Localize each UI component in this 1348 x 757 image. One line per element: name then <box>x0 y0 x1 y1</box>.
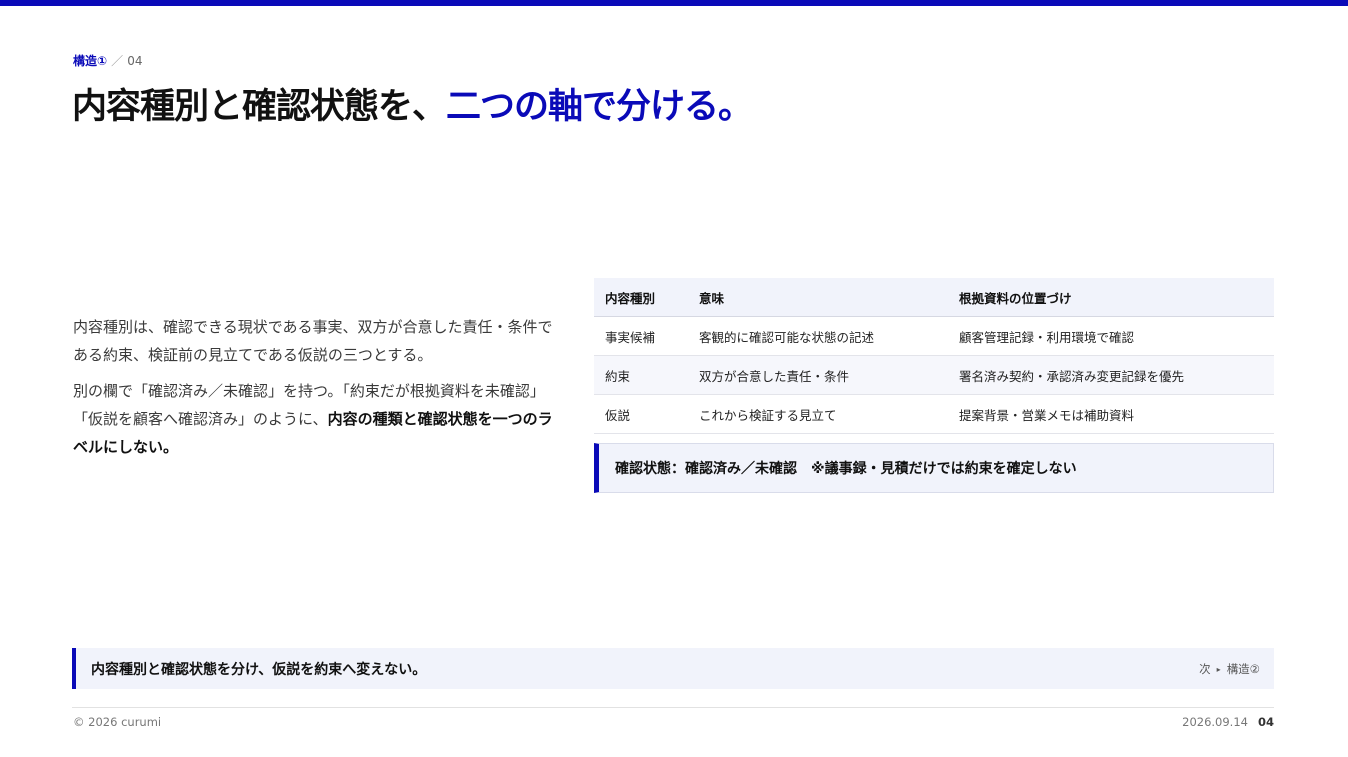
footer-copyright: © 2026 curumi <box>73 715 162 729</box>
top-accent-bar <box>0 0 1348 6</box>
table-cell: 約束 <box>594 355 688 395</box>
table-row: 事実候補 客観的に確認可能な状態の記述 顧客管理記録・利用環境で確認 <box>594 316 1274 356</box>
table: 内容種別 意味 根拠資料の位置づけ 事実候補 客観的に確認可能な状態の記述 顧客… <box>594 278 1274 434</box>
table-cell: 仮説 <box>594 394 688 434</box>
footer-page-number: 04 <box>1257 715 1274 729</box>
table-cell: 顧客管理記録・利用環境で確認 <box>948 316 1274 356</box>
table-header-cell: 根拠資料の位置づけ <box>948 278 1274 317</box>
body-paragraph-1: 内容種別は、確認できる現状である事実、双方が合意した責任・条件である約束、検証前… <box>73 318 553 364</box>
next-section-link[interactable]: 次 ▸ 構造② <box>1199 661 1260 677</box>
slide: 構造① ／ 04 内容種別と確認状態を、二つの軸で分ける。 内容種別は、確認できる現… <box>0 0 1348 757</box>
footer-meta: 2026.09.14 04 <box>1182 714 1274 730</box>
table-cell: 客観的に確認可能な状態の記述 <box>688 316 948 356</box>
table-row: 仮説 これから検証する見立て 提案背景・営業メモは補助資料 <box>594 394 1274 434</box>
eyebrow: 構造① ／ 04 <box>73 52 142 70</box>
table-header-cell: 内容種別 <box>594 278 688 317</box>
eyebrow-number: 04 <box>127 54 143 68</box>
summary-box: 内容種別と確認状態を分け、仮説を約束へ変えない。 次 ▸ 構造② <box>72 648 1274 689</box>
table-cell: 事実候補 <box>594 316 688 356</box>
eyebrow-section: 構造① <box>73 54 108 68</box>
body-paragraph-2: 別の欄で「確認済み／未確認」を持つ。「約束だが根拠資料を未確認」「仮説を顧客へ確… <box>73 377 563 461</box>
table-cell: 提案背景・営業メモは補助資料 <box>948 394 1274 434</box>
table-header-row: 内容種別 意味 根拠資料の位置づけ <box>594 278 1274 317</box>
title-accent: 二つの軸で分ける。 <box>446 87 753 127</box>
next-arrow-icon: ▸ <box>1216 664 1221 674</box>
title-main: 内容種別と確認状態を、 <box>72 87 447 127</box>
next-label: 次 <box>1199 661 1211 676</box>
footer-date: 2026.09.14 <box>1182 715 1248 729</box>
table-cell: 双方が合意した責任・条件 <box>688 355 948 395</box>
table-header-cell: 意味 <box>688 278 948 317</box>
table-cell: これから検証する見立て <box>688 394 948 434</box>
classification-table: 内容種別 意味 根拠資料の位置づけ 事実候補 客観的に確認可能な状態の記述 顧客… <box>594 278 1274 434</box>
body-text: 内容種別は、確認できる現状である事実、双方が合意した責任・条件である約束、検証前… <box>73 313 563 469</box>
footer-divider <box>72 707 1274 708</box>
page-title: 内容種別と確認状態を、二つの軸で分ける。 <box>72 84 753 130</box>
table-cell: 署名済み契約・承認済み変更記録を優先 <box>948 355 1274 395</box>
table-row: 約束 双方が合意した責任・条件 署名済み契約・承認済み変更記録を優先 <box>594 355 1274 395</box>
eyebrow-separator: ／ <box>111 54 124 68</box>
next-target: 構造② <box>1226 661 1260 676</box>
confirmation-note: 確認状態：確認済み／未確認 ※議事録・見積だけでは約束を確定しない <box>594 443 1274 493</box>
summary-message: 内容種別と確認状態を分け、仮説を約束へ変えない。 <box>91 661 427 678</box>
